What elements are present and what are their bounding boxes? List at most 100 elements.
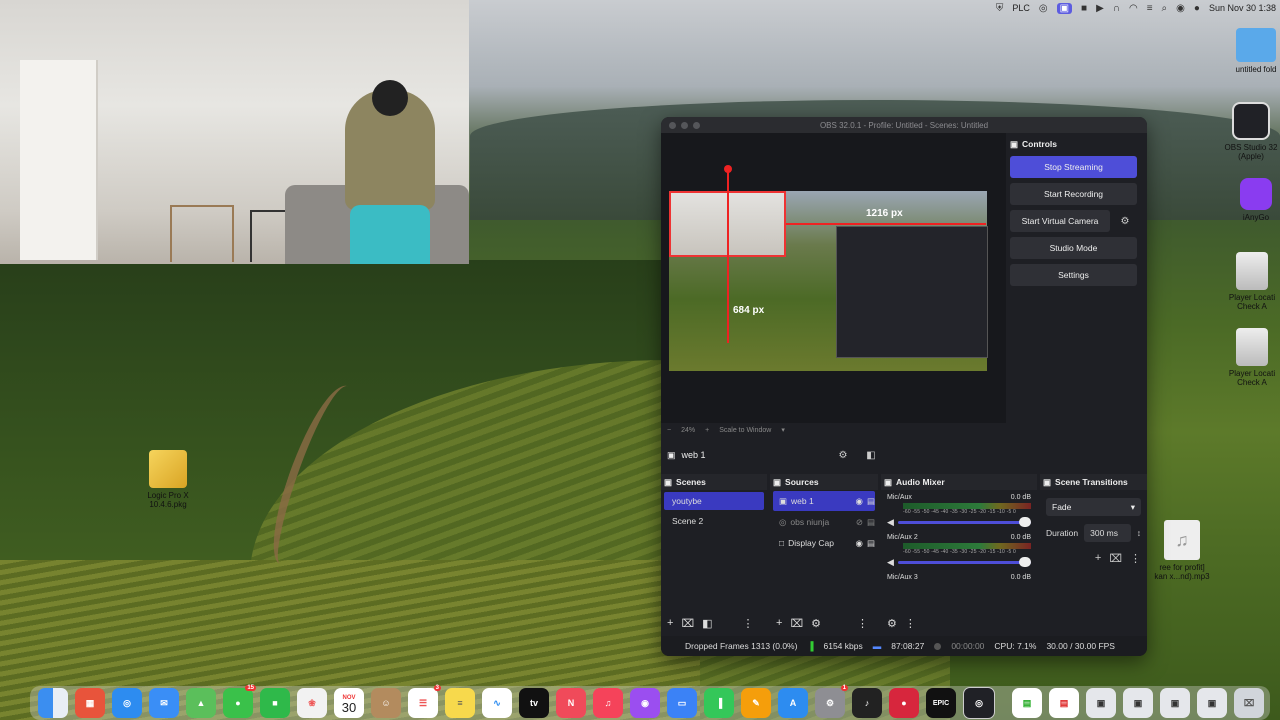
source-filters-icon[interactable]: ◧ — [860, 446, 882, 464]
source-properties-gear-icon[interactable]: ⚙ — [811, 617, 821, 630]
camera-icon[interactable]: ■ — [1081, 3, 1087, 14]
window-titlebar[interactable]: OBS 32.0.1 - Profile: Untitled - Scenes:… — [661, 117, 1147, 133]
minimize-window-button[interactable] — [681, 122, 688, 129]
calendar-icon[interactable]: NOV 30 — [334, 688, 364, 718]
zoom-in-button[interactable]: + — [705, 427, 709, 434]
volume-slider-knob[interactable] — [1019, 557, 1031, 567]
stop-streaming-button[interactable]: Stop Streaming — [1010, 156, 1137, 178]
desktop-item-player-location-1[interactable]: Player Locati Check A — [1224, 252, 1280, 311]
notes-icon[interactable]: ≡ — [445, 688, 475, 718]
numbers-icon[interactable]: ▐ — [704, 688, 734, 718]
podcasts-icon[interactable]: ◉ — [630, 688, 660, 718]
add-scene-icon[interactable]: + — [667, 617, 673, 629]
window-thumbnail-icon[interactable]: ▣ — [1197, 688, 1227, 718]
scene-item[interactable]: youtybe — [664, 492, 764, 510]
trash-icon[interactable]: ⌧ — [1234, 688, 1264, 718]
window-thumbnail-icon[interactable]: ▣ — [1160, 688, 1190, 718]
zoom-out-button[interactable]: − — [667, 427, 671, 434]
pdf-icon[interactable]: ▤ — [1049, 688, 1079, 718]
app-store-icon[interactable]: A — [778, 688, 808, 718]
lock-icon[interactable]: ▤ — [867, 496, 875, 507]
desktop-item-ianygo[interactable]: iAnyGo — [1232, 178, 1280, 222]
scene-item[interactable]: Scene 2 — [664, 512, 764, 530]
preview-panel[interactable]: 1216 px 684 px — [661, 133, 1006, 423]
user-icon[interactable]: ◉ — [1176, 3, 1185, 14]
window-thumbnail-icon[interactable]: ▣ — [1086, 688, 1116, 718]
headphones-icon[interactable]: ∩ — [1113, 3, 1120, 14]
finder-icon[interactable] — [38, 688, 68, 718]
add-transition-icon[interactable]: + — [1095, 552, 1101, 565]
speaker-icon[interactable]: ◀ — [887, 517, 894, 528]
studio-mode-button[interactable]: Studio Mode — [1010, 237, 1137, 259]
keynote-icon[interactable]: ▭ — [667, 688, 697, 718]
start-virtual-camera-button[interactable]: Start Virtual Camera — [1010, 210, 1110, 232]
reminders-icon[interactable]: ☰ 3 — [408, 685, 441, 718]
visibility-eye-icon[interactable]: ◉ — [856, 538, 863, 549]
lock-icon[interactable]: ▤ — [867, 517, 875, 528]
start-recording-button[interactable]: Start Recording — [1010, 183, 1137, 205]
source-item[interactable]: ◎ obs niunja ⊘ ▤ — [773, 512, 875, 532]
desktop-item-folder[interactable]: untitled fold — [1232, 28, 1280, 74]
desktop-item-mp3[interactable]: ♫ ree for profit] kan x...nd).mp3 — [1150, 520, 1214, 581]
visibility-hidden-icon[interactable]: ⊘ — [856, 517, 863, 528]
rotation-handle[interactable] — [724, 165, 732, 173]
desktop-item-logic-pkg[interactable]: Logic Pro X 10.4.6.pkg — [138, 450, 198, 509]
source-properties-gear-icon[interactable]: ⚙ — [832, 446, 854, 464]
speaker-icon[interactable]: ◀ — [887, 557, 894, 568]
obs-window[interactable]: OBS 32.0.1 - Profile: Untitled - Scenes:… — [661, 117, 1147, 656]
settings-button[interactable]: Settings — [1010, 264, 1137, 286]
photos-icon[interactable]: ❀ — [297, 688, 327, 718]
virtual-camera-settings-gear-icon[interactable]: ⚙ — [1114, 212, 1136, 230]
vpn-label[interactable]: PLC — [1012, 3, 1030, 13]
control-center-icon[interactable]: ≡ — [1147, 3, 1153, 14]
play-icon[interactable]: ▶ — [1096, 3, 1104, 14]
remove-transition-trash-icon[interactable]: ⌧ — [1109, 552, 1122, 565]
more-options-icon[interactable]: ⋮ — [743, 617, 754, 630]
mail-icon[interactable]: ✉ — [149, 688, 179, 718]
transition-select[interactable]: Fade ▾ — [1046, 498, 1141, 516]
desktop-item-player-location-2[interactable]: Player Locati Check A — [1224, 328, 1280, 387]
music-icon[interactable]: ♫ — [593, 688, 623, 718]
more-options-icon[interactable]: ⋮ — [857, 617, 868, 630]
stepper-icon[interactable]: ↕ — [1137, 528, 1141, 538]
scale-mode-select[interactable]: Scale to Window — [719, 427, 771, 434]
safari-icon[interactable]: ◎ — [112, 688, 142, 718]
screen-recorder-icon[interactable]: ● — [889, 688, 919, 718]
menubar-clock[interactable]: Sun Nov 30 1:38 — [1209, 3, 1276, 13]
search-icon[interactable]: ⌕ — [1162, 3, 1168, 14]
file-icon[interactable]: ▤ — [1012, 688, 1042, 718]
nested-display-capture[interactable] — [836, 226, 988, 358]
messages-icon[interactable]: ● 15 — [223, 685, 256, 718]
zoom-window-button[interactable] — [693, 122, 700, 129]
obs-menubar-icon[interactable]: ▣ — [1056, 2, 1073, 14]
contacts-icon[interactable]: ☺ — [371, 688, 401, 718]
pages-icon[interactable]: ✎ — [741, 688, 771, 718]
freeform-icon[interactable]: ∿ — [482, 688, 512, 718]
launchpad-icon[interactable]: ▦ — [75, 688, 105, 718]
maps-icon[interactable]: ▲ — [186, 688, 216, 718]
remove-scene-trash-icon[interactable]: ⌧ — [681, 617, 694, 630]
more-options-icon[interactable]: ⋮ — [905, 617, 916, 630]
desktop-item-obs[interactable]: OBS Studio 32 (Apple) — [1222, 102, 1280, 161]
scene-filters-icon[interactable]: ◧ — [702, 617, 712, 630]
source-item[interactable]: □ Display Cap ◉ ▤ — [773, 533, 875, 553]
advanced-audio-icon[interactable]: ⚙ — [887, 617, 897, 630]
facetime-icon[interactable]: ■ — [260, 688, 290, 718]
volume-slider-knob[interactable] — [1019, 517, 1031, 527]
duration-input[interactable]: 300 ms — [1084, 524, 1131, 542]
apple-tv-icon[interactable]: tv — [519, 688, 549, 718]
source-item[interactable]: ▣ web 1 ◉ ▤ — [773, 491, 875, 511]
logic-pro-icon[interactable]: ♪ — [852, 688, 882, 718]
add-source-icon[interactable]: + — [776, 617, 782, 629]
shield-icon[interactable]: ⛨ — [996, 3, 1004, 14]
close-window-button[interactable] — [669, 122, 676, 129]
wifi-icon[interactable]: ◠ — [1129, 3, 1138, 14]
siri-icon[interactable]: ● — [1194, 3, 1200, 14]
webcam-window[interactable] — [0, 0, 469, 264]
volume-slider[interactable] — [897, 517, 1031, 527]
system-settings-icon[interactable]: ⚙ 1 — [815, 685, 848, 718]
obs-dock-icon[interactable]: ◎ — [963, 687, 995, 719]
visibility-eye-icon[interactable]: ◉ — [856, 496, 863, 507]
remove-source-trash-icon[interactable]: ⌧ — [790, 617, 803, 630]
lock-icon[interactable]: ▤ — [867, 538, 875, 549]
